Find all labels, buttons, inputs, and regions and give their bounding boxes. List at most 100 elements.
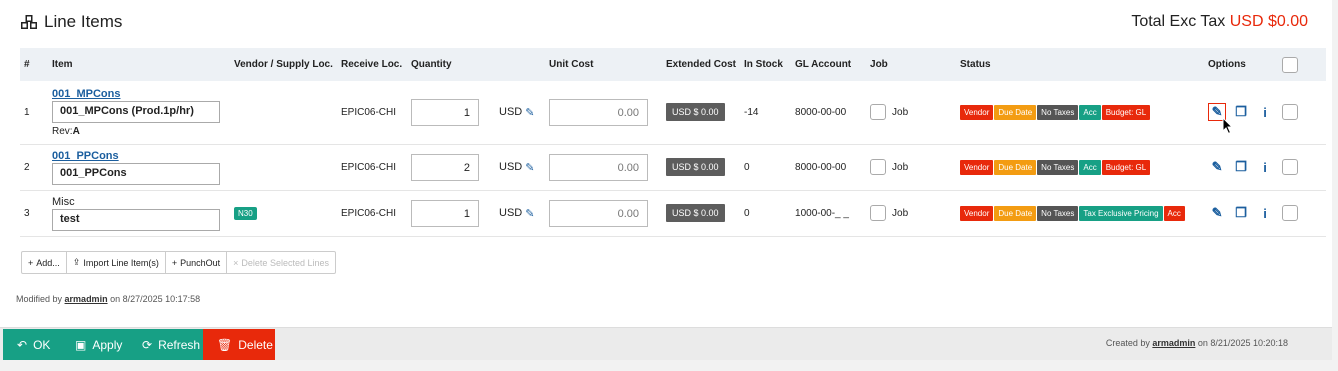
modified-info: Modified by armadmin on 8/27/2025 10:17:… bbox=[16, 294, 201, 304]
refresh-icon: ⟳ bbox=[142, 337, 153, 352]
row-select-checkbox[interactable] bbox=[1282, 159, 1299, 175]
currency-label: USD bbox=[499, 161, 523, 173]
select-all-checkbox[interactable] bbox=[1282, 56, 1299, 73]
col-item: Item bbox=[52, 59, 73, 70]
unit-cost-input[interactable]: 0.00 bbox=[549, 199, 648, 227]
created-user-link[interactable]: armadmin bbox=[1152, 338, 1195, 348]
vendor-terms-badge[interactable]: N30 bbox=[234, 206, 257, 220]
status-badge[interactable]: Acc bbox=[1163, 205, 1185, 221]
info-icon[interactable]: i bbox=[1256, 103, 1274, 121]
receive-loc: EPIC06-CHI bbox=[341, 106, 397, 118]
created-info: Created by armadmin on 8/21/2025 10:20:1… bbox=[1105, 338, 1288, 348]
status-badge[interactable]: Acc bbox=[1079, 159, 1101, 175]
row-select-checkbox[interactable] bbox=[1282, 205, 1299, 221]
edit-icon[interactable]: ✎ bbox=[1208, 158, 1226, 176]
job-label: Job bbox=[892, 106, 909, 118]
status-badge[interactable]: Budget: GL bbox=[1101, 159, 1151, 175]
edit-currency-icon[interactable]: ✎ bbox=[525, 207, 534, 220]
row-num: 3 bbox=[24, 207, 30, 219]
total-amount: USD $0.00 bbox=[1229, 13, 1308, 30]
unit-cost-input[interactable]: 0.00 bbox=[549, 153, 648, 181]
status-badge[interactable]: Vendor bbox=[960, 205, 994, 221]
status-badge[interactable]: Budget: GL bbox=[1101, 104, 1151, 120]
extended-cost-button[interactable]: USD $ 0.00 bbox=[666, 103, 725, 122]
status-badge[interactable]: No Taxes bbox=[1037, 104, 1079, 120]
currency-label: USD bbox=[499, 106, 523, 119]
gl-account[interactable]: 8000-00-00 bbox=[791, 144, 866, 190]
copy-icon[interactable]: ❐ bbox=[1232, 204, 1250, 222]
quantity-input[interactable]: 2 bbox=[411, 153, 479, 181]
unit-cost-input[interactable]: 0.00 bbox=[549, 98, 648, 126]
gl-account[interactable]: 1000-00-_ _ bbox=[791, 190, 866, 236]
table-row: 3 Misc test N30 EPIC06-CHI 1 USD ✎ 0.00 U… bbox=[20, 190, 1326, 236]
ok-button[interactable]: ↶ OK bbox=[3, 329, 61, 360]
status-badge[interactable]: Due Date bbox=[994, 205, 1037, 221]
col-quantity: Quantity bbox=[411, 59, 452, 70]
mouse-cursor-icon bbox=[1222, 117, 1234, 135]
in-stock: 0 bbox=[744, 161, 750, 173]
col-status: Status bbox=[960, 59, 991, 70]
item-name-field[interactable]: 001_PPCons bbox=[52, 162, 220, 185]
status-badge[interactable]: Vendor bbox=[960, 159, 994, 175]
job-label: Job bbox=[892, 161, 909, 173]
item-name-field[interactable]: 001_MPCons (Prod.1p/hr) bbox=[52, 100, 220, 123]
title-text: Line Items bbox=[44, 12, 123, 31]
close-icon: × bbox=[233, 257, 239, 268]
job-checkbox[interactable] bbox=[870, 104, 887, 121]
status-badge[interactable]: Acc bbox=[1079, 104, 1101, 120]
footer-bar: ↶ OK ▣ Apply ⟳ Refresh 🗑 Delete Created by a… bbox=[0, 327, 1332, 360]
status-badge[interactable]: No Taxes bbox=[1037, 159, 1079, 175]
receive-loc: EPIC06-CHI bbox=[341, 207, 397, 219]
delete-selected-button[interactable]: × Delete Selected Lines bbox=[227, 252, 335, 273]
delete-button[interactable]: 🗑 Delete bbox=[203, 329, 275, 360]
in-stock: 0 bbox=[744, 207, 750, 219]
import-button[interactable]: ⇪ Import Line Item(s) bbox=[67, 252, 166, 273]
table-header-row: # Item Vendor / Supply Loc. Receive Loc.… bbox=[20, 48, 1326, 81]
item-link[interactable]: 001_MPCons bbox=[52, 88, 226, 100]
item-name-field[interactable]: test bbox=[52, 208, 220, 231]
job-checkbox[interactable] bbox=[870, 205, 887, 221]
status-badge[interactable]: Due Date bbox=[994, 159, 1037, 175]
import-icon: ⇪ bbox=[72, 257, 81, 267]
col-options: Options bbox=[1208, 59, 1246, 70]
refresh-button[interactable]: ⟳ Refresh bbox=[128, 329, 203, 360]
currency-label: USD bbox=[499, 207, 523, 219]
job-label: Job bbox=[892, 207, 909, 219]
row-select-checkbox[interactable] bbox=[1282, 104, 1299, 121]
edit-icon[interactable]: ✎ bbox=[1208, 204, 1226, 222]
status-badges: Vendor Due Date No Taxes Acc Budget: GL bbox=[956, 144, 1204, 190]
copy-icon[interactable]: ❐ bbox=[1232, 158, 1250, 176]
status-badge[interactable]: Vendor bbox=[960, 104, 994, 120]
col-unit-cost: Unit Cost bbox=[549, 59, 594, 70]
item-link[interactable]: 001_PPCons bbox=[52, 150, 226, 162]
extended-cost-button[interactable]: USD $ 0.00 bbox=[666, 204, 725, 222]
status-badge[interactable]: Tax Exclusive Pricing bbox=[1079, 205, 1163, 221]
punchout-button[interactable]: + PunchOut bbox=[166, 252, 228, 273]
status-badge[interactable]: No Taxes bbox=[1037, 205, 1079, 221]
edit-currency-icon[interactable]: ✎ bbox=[525, 161, 534, 174]
status-badge[interactable]: Due Date bbox=[994, 104, 1037, 120]
info-icon[interactable]: i bbox=[1256, 204, 1274, 222]
edit-currency-icon[interactable]: ✎ bbox=[525, 106, 534, 119]
receive-loc: EPIC06-CHI bbox=[341, 161, 397, 173]
item-revision: Rev:A bbox=[52, 125, 80, 137]
plus-icon: + bbox=[28, 257, 34, 268]
modified-user-link[interactable]: armadmin bbox=[65, 294, 108, 304]
line-items-panel: Line Items Total Exc Tax USD $0.00 # Ite… bbox=[0, 0, 1332, 327]
copy-icon[interactable]: ❐ bbox=[1232, 103, 1250, 121]
col-job: Job bbox=[870, 59, 888, 70]
quantity-input[interactable]: 1 bbox=[411, 98, 479, 126]
cubes-icon bbox=[20, 14, 38, 30]
quantity-input[interactable]: 1 bbox=[411, 199, 479, 227]
in-stock: -14 bbox=[744, 106, 759, 118]
add-button[interactable]: + Add... bbox=[22, 252, 67, 273]
info-icon[interactable]: i bbox=[1256, 158, 1274, 176]
job-checkbox[interactable] bbox=[870, 159, 887, 175]
gl-account[interactable]: 8000-00-00 bbox=[791, 81, 866, 144]
row-num: 1 bbox=[24, 106, 30, 118]
save-icon: ▣ bbox=[75, 337, 87, 352]
extended-cost-button[interactable]: USD $ 0.00 bbox=[666, 158, 725, 176]
trash-icon: 🗑 bbox=[217, 337, 233, 352]
col-vendor: Vendor / Supply Loc. bbox=[234, 59, 333, 70]
apply-button[interactable]: ▣ Apply bbox=[61, 329, 128, 360]
